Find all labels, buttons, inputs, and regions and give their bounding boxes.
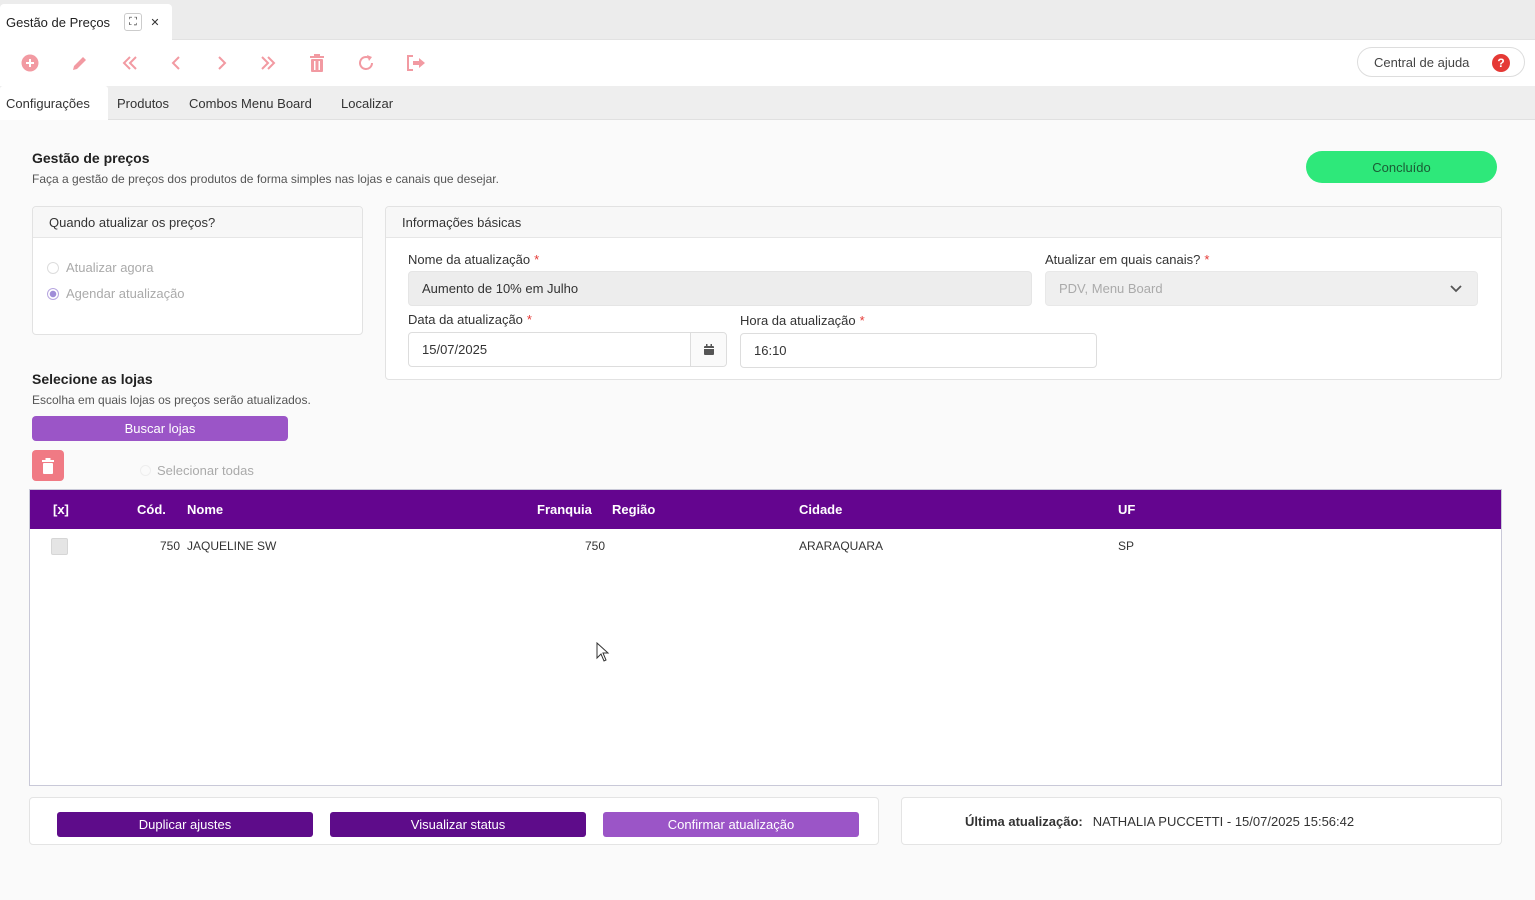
trash-icon (42, 457, 54, 474)
required-mark: * (859, 313, 865, 328)
edit-icon[interactable] (68, 51, 92, 75)
required-mark: * (1204, 252, 1210, 267)
radio-update-now[interactable]: Atualizar agora (47, 260, 153, 275)
nav-tabs: Configurações Produtos Combos Menu Board… (0, 86, 1535, 120)
chevron-down-icon (1449, 281, 1463, 298)
cell-nome: JAQUELINE SW (187, 539, 277, 553)
table-row[interactable]: 750 JAQUELINE SW 750 ARARAQUARA SP (30, 529, 1501, 563)
radio-circle-checked[interactable] (47, 287, 59, 300)
time-field-label: Hora da atualização * (740, 313, 865, 328)
help-icon: ? (1492, 54, 1510, 72)
when-update-title: Quando atualizar os preços? (33, 207, 362, 238)
refresh-icon[interactable] (354, 51, 378, 75)
last-update-label: Última atualização: (965, 813, 1083, 829)
row-checkbox-cell[interactable] (51, 529, 68, 563)
tab-title: Gestão de Preços (6, 14, 111, 30)
name-field-label: Nome da atualização * (408, 252, 539, 267)
tab-produtos[interactable]: Produtos (111, 86, 175, 120)
basic-info-title: Informações básicas (386, 207, 1501, 238)
col-cidade[interactable]: Cidade (799, 490, 842, 529)
col-regiao[interactable]: Região (612, 490, 655, 529)
update-name-input[interactable]: Aumento de 10% em Julho (408, 271, 1032, 306)
col-nome[interactable]: Nome (187, 490, 223, 529)
prev-page-icon[interactable] (164, 51, 188, 75)
page-subtitle: Faça a gestão de preços dos produtos de … (32, 172, 499, 186)
close-icon[interactable]: ✕ (146, 13, 164, 31)
footer-actions: Duplicar ajustes Visualizar status Confi… (29, 797, 879, 845)
stores-subtitle: Escolha em quais lojas os preços serão a… (32, 393, 311, 407)
delete-icon[interactable] (305, 51, 329, 75)
duplicate-settings-button[interactable]: Duplicar ajustes (57, 812, 313, 837)
row-checkbox[interactable] (51, 537, 68, 555)
help-center-label: Central de ajuda (1374, 54, 1470, 70)
table-header: [x] Cód. Nome Franquia Região Cidade UF (30, 490, 1501, 529)
radio-schedule-label: Agendar atualização (66, 286, 185, 301)
main-content: Gestão de preços Faça a gestão de preços… (0, 120, 1535, 900)
channels-select[interactable]: PDV, Menu Board (1045, 271, 1478, 306)
stores-title: Selecione as lojas (32, 371, 153, 387)
done-button[interactable]: Concluído (1306, 151, 1497, 183)
calendar-icon[interactable] (690, 333, 726, 366)
radio-circle[interactable] (47, 261, 59, 274)
tab-combos-menu-board[interactable]: Combos Menu Board (183, 86, 318, 120)
col-cod[interactable]: Cód. (137, 490, 166, 529)
time-label-text: Hora da atualização (740, 313, 856, 328)
col-franquia[interactable]: Franquia (537, 490, 592, 529)
date-label-text: Data da atualização (408, 312, 523, 327)
search-stores-button[interactable]: Buscar lojas (32, 416, 288, 441)
window-tabbar: Gestão de Preços ⛶ ✕ (0, 0, 1535, 40)
required-mark: * (526, 312, 532, 327)
update-date-input[interactable]: 15/07/2025 (408, 332, 727, 367)
last-update-info: Última atualização: NATHALIA PUCCETTI - … (901, 797, 1502, 845)
confirm-update-button[interactable]: Confirmar atualização (603, 812, 859, 837)
select-all-box[interactable] (140, 465, 151, 476)
help-center-button[interactable]: Central de ajuda ? (1357, 47, 1525, 77)
first-page-icon[interactable] (118, 51, 142, 75)
col-uf[interactable]: UF (1118, 490, 1135, 529)
cell-cidade: ARARAQUARA (799, 539, 884, 553)
col-select[interactable]: [x] (53, 490, 69, 529)
last-update-value: NATHALIA PUCCETTI - 15/07/2025 15:56:42 (1092, 813, 1355, 829)
delete-selected-button[interactable] (32, 450, 64, 481)
tab-localizar[interactable]: Localizar (335, 86, 399, 120)
cell-uf: SP (1118, 539, 1135, 553)
radio-schedule-update[interactable]: Agendar atualização (47, 286, 185, 301)
tab-configuracoes[interactable]: Configurações (0, 86, 108, 120)
tab-gestao-precos[interactable]: Gestão de Preços ⛶ ✕ (0, 4, 172, 40)
channels-select-value: PDV, Menu Board (1059, 281, 1163, 296)
radio-update-now-label: Atualizar agora (66, 260, 154, 275)
channels-label-text: Atualizar em quais canais? (1045, 252, 1201, 267)
update-time-input[interactable]: 16:10 (740, 333, 1097, 368)
required-mark: * (534, 252, 540, 267)
basic-info-panel: Informações básicas Nome da atualização *… (385, 206, 1502, 380)
cell-franquia: 750 (585, 539, 606, 553)
exit-icon[interactable] (404, 51, 428, 75)
select-all-label: Selecionar todas (157, 463, 254, 478)
stores-table: [x] Cód. Nome Franquia Região Cidade UF … (29, 489, 1502, 786)
expand-icon[interactable]: ⛶ (124, 13, 142, 31)
date-value: 15/07/2025 (422, 342, 488, 357)
add-icon[interactable] (18, 51, 42, 75)
select-all-checkbox[interactable]: Selecionar todas (140, 463, 254, 478)
next-page-icon[interactable] (210, 51, 234, 75)
toolbar: Central de ajuda ? (0, 40, 1535, 86)
cell-cod: 750 (160, 539, 181, 553)
view-status-button[interactable]: Visualizar status (330, 812, 586, 837)
channels-field-label: Atualizar em quais canais? * (1045, 252, 1209, 267)
name-label-text: Nome da atualização (408, 252, 531, 267)
mouse-cursor-icon (596, 641, 610, 667)
last-page-icon[interactable] (256, 51, 280, 75)
page-title: Gestão de preços (32, 150, 150, 166)
date-field-label: Data da atualização * (408, 312, 532, 327)
when-update-panel: Quando atualizar os preços? Atualizar ag… (32, 206, 363, 335)
